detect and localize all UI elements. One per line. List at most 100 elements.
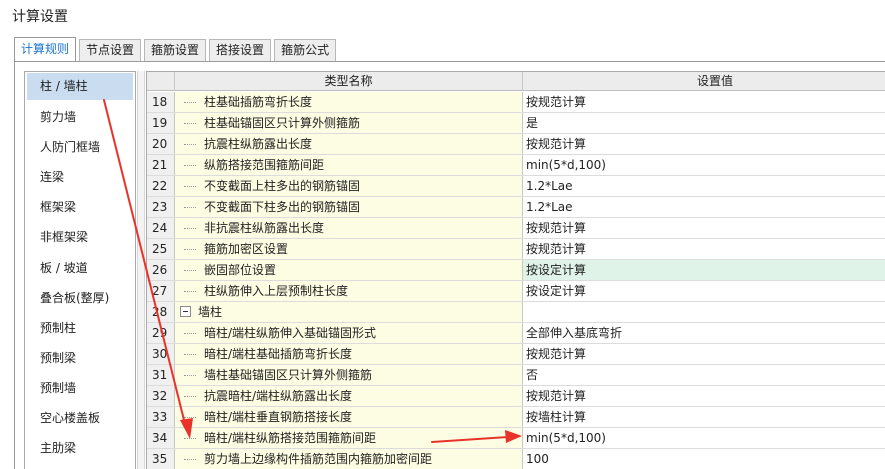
table-row[interactable]: 35 剪力墙上边缘构件插筋范围内箍筋加密间距 100 xyxy=(147,449,885,469)
row-name: 暗柱/端柱基础插筋弯折长度 xyxy=(175,344,523,364)
row-number: 26 xyxy=(147,260,175,280)
table-row[interactable]: 26 嵌固部位设置 按设定计算 xyxy=(147,260,885,281)
row-value[interactable]: 100 xyxy=(523,449,885,469)
row-value xyxy=(523,302,885,322)
row-number: 22 xyxy=(147,176,175,196)
tab-calc-rules[interactable]: 计算规则 xyxy=(14,37,77,62)
row-value[interactable]: 按规范计算 xyxy=(523,386,885,406)
table-row[interactable]: 18 柱基础插筋弯折长度 按规范计算 xyxy=(147,92,885,113)
row-name: 非抗震柱纵筋露出长度 xyxy=(175,218,523,238)
table-row[interactable]: 25 箍筋加密区设置 按规范计算 xyxy=(147,239,885,260)
row-name-text: 箍筋加密区设置 xyxy=(204,242,289,256)
table-row[interactable]: 31 墙柱基础锚固区只计算外侧箍筋 否 xyxy=(147,365,885,386)
table-group-row[interactable]: 28 墙柱 xyxy=(147,302,885,323)
row-value[interactable]: 按墙柱计算 xyxy=(523,407,885,427)
row-name-text: 不变截面下柱多出的钢筋锚固 xyxy=(204,200,361,214)
sidebar-item-non-frame-beam[interactable]: 非框架梁 xyxy=(27,224,133,251)
sidebar-item-composite-slab[interactable]: 叠合板(整厚) xyxy=(27,285,133,312)
row-number: 29 xyxy=(147,323,175,343)
settings-grid: 类型名称 设置值 18 柱基础插筋弯折长度 按规范计算 19 柱基础锚固区只计算… xyxy=(146,71,885,469)
splitter-bar[interactable] xyxy=(137,71,145,469)
tab-node-settings[interactable]: 节点设置 xyxy=(79,39,142,61)
window-title: 计算设置 xyxy=(12,9,68,25)
row-name: 纵筋搭接范围箍筋间距 xyxy=(175,155,523,175)
row-value[interactable]: 按规范计算 xyxy=(523,134,885,154)
row-value[interactable]: 按规范计算 xyxy=(523,218,885,238)
row-value[interactable]: min(5*d,100) xyxy=(523,155,885,175)
row-name: 柱基础锚固区只计算外侧箍筋 xyxy=(175,113,523,133)
table-row[interactable]: 32 抗震暗柱/端柱纵筋露出长度 按规范计算 xyxy=(147,386,885,407)
table-row[interactable]: 21 纵筋搭接范围箍筋间距 min(5*d,100) xyxy=(147,155,885,176)
sidebar-item-coupling-beam[interactable]: 连梁 xyxy=(27,164,133,191)
sidebar-item-civil-defense-door-wall[interactable]: 人防门框墙 xyxy=(27,134,133,161)
table-row[interactable]: 33 暗柱/端柱垂直钢筋搭接长度 按墙柱计算 xyxy=(147,407,885,428)
row-name-text: 柱基础插筋弯折长度 xyxy=(204,95,313,109)
grid-header: 类型名称 设置值 xyxy=(147,72,885,91)
row-number: 21 xyxy=(147,155,175,175)
row-number: 32 xyxy=(147,386,175,406)
row-number: 31 xyxy=(147,365,175,385)
row-name-text: 暗柱/端柱垂直钢筋搭接长度 xyxy=(204,410,353,424)
row-value[interactable]: 1.2*Lae xyxy=(523,197,885,217)
row-number: 18 xyxy=(147,92,175,112)
tab-lap-settings[interactable]: 搭接设置 xyxy=(209,39,272,61)
row-number: 30 xyxy=(147,344,175,364)
sidebar-item-shear-wall[interactable]: 剪力墙 xyxy=(27,104,133,131)
table-row[interactable]: 29 暗柱/端柱纵筋伸入基础锚固形式 全部伸入基底弯折 xyxy=(147,323,885,344)
table-row[interactable]: 27 柱纵筋伸入上层预制柱长度 按设定计算 xyxy=(147,281,885,302)
row-name: 暗柱/端柱纵筋伸入基础锚固形式 xyxy=(175,323,523,343)
row-name-text: 纵筋搭接范围箍筋间距 xyxy=(204,158,325,172)
row-number: 27 xyxy=(147,281,175,301)
sidebar-item-slab-ramp[interactable]: 板 / 坡道 xyxy=(27,255,133,282)
sidebar-item-main-rib-beam[interactable]: 主肋梁 xyxy=(27,435,133,462)
sidebar-item-precast-beam[interactable]: 预制梁 xyxy=(27,345,133,372)
row-value[interactable]: 否 xyxy=(523,365,885,385)
header-type-name[interactable]: 类型名称 xyxy=(175,72,523,91)
row-name: 柱纵筋伸入上层预制柱长度 xyxy=(175,281,523,301)
tab-bar: 计算规则 节点设置 箍筋设置 搭接设置 箍筋公式 xyxy=(14,37,339,62)
row-name-text: 抗震柱纵筋露出长度 xyxy=(204,137,313,151)
tab-stirrup-settings[interactable]: 箍筋设置 xyxy=(144,39,207,61)
row-name-text: 不变截面上柱多出的钢筋锚固 xyxy=(204,179,361,193)
sidebar-item-hollow-floor-slab[interactable]: 空心楼盖板 xyxy=(27,405,133,432)
row-value[interactable]: 按规范计算 xyxy=(523,239,885,259)
table-row[interactable]: 24 非抗震柱纵筋露出长度 按规范计算 xyxy=(147,218,885,239)
row-number: 33 xyxy=(147,407,175,427)
row-number: 24 xyxy=(147,218,175,238)
row-value[interactable]: 1.2*Lae xyxy=(523,176,885,196)
row-value-selected[interactable]: 按设定计算 xyxy=(523,260,885,280)
sidebar-item-frame-beam[interactable]: 框架梁 xyxy=(27,194,133,221)
table-row[interactable]: 23 不变截面下柱多出的钢筋锚固 1.2*Lae xyxy=(147,197,885,218)
header-setting-value[interactable]: 设置值 xyxy=(523,72,885,91)
row-name-text: 暗柱/端柱纵筋伸入基础锚固形式 xyxy=(204,326,377,340)
collapse-minus-icon[interactable] xyxy=(180,306,191,317)
table-row[interactable]: 19 柱基础锚固区只计算外侧箍筋 是 xyxy=(147,113,885,134)
sidebar-item-precast-column[interactable]: 预制柱 xyxy=(27,315,133,342)
row-value[interactable]: min(5*d,100) xyxy=(523,428,885,448)
header-row-number xyxy=(147,72,175,91)
row-name: 不变截面上柱多出的钢筋锚固 xyxy=(175,176,523,196)
row-number: 28 xyxy=(147,302,175,322)
row-value[interactable]: 按设定计算 xyxy=(523,281,885,301)
row-value[interactable]: 全部伸入基底弯折 xyxy=(523,323,885,343)
tab-stirrup-formula[interactable]: 箍筋公式 xyxy=(274,39,337,61)
row-number: 20 xyxy=(147,134,175,154)
component-sidebar: 柱 / 墙柱 剪力墙 人防门框墙 连梁 框架梁 非框架梁 板 / 坡道 叠合板(… xyxy=(24,71,136,469)
row-name: 抗震暗柱/端柱纵筋露出长度 xyxy=(175,386,523,406)
row-name-text: 抗震暗柱/端柱纵筋露出长度 xyxy=(204,389,353,403)
table-row[interactable]: 34 暗柱/端柱纵筋搭接范围箍筋间距 min(5*d,100) xyxy=(147,428,885,449)
sidebar-item-precast-wall[interactable]: 预制墙 xyxy=(27,375,133,402)
table-row[interactable]: 20 抗震柱纵筋露出长度 按规范计算 xyxy=(147,134,885,155)
row-value[interactable]: 按规范计算 xyxy=(523,92,885,112)
row-value[interactable]: 按规范计算 xyxy=(523,344,885,364)
table-row[interactable]: 22 不变截面上柱多出的钢筋锚固 1.2*Lae xyxy=(147,176,885,197)
row-name: 抗震柱纵筋露出长度 xyxy=(175,134,523,154)
table-row[interactable]: 30 暗柱/端柱基础插筋弯折长度 按规范计算 xyxy=(147,344,885,365)
row-name-text: 暗柱/端柱基础插筋弯折长度 xyxy=(204,347,353,361)
row-value[interactable]: 是 xyxy=(523,113,885,133)
row-number: 34 xyxy=(147,428,175,448)
sidebar-item-column[interactable]: 柱 / 墙柱 xyxy=(27,73,133,100)
group-name: 墙柱 xyxy=(175,302,523,322)
row-name: 暗柱/端柱垂直钢筋搭接长度 xyxy=(175,407,523,427)
row-number: 35 xyxy=(147,449,175,469)
